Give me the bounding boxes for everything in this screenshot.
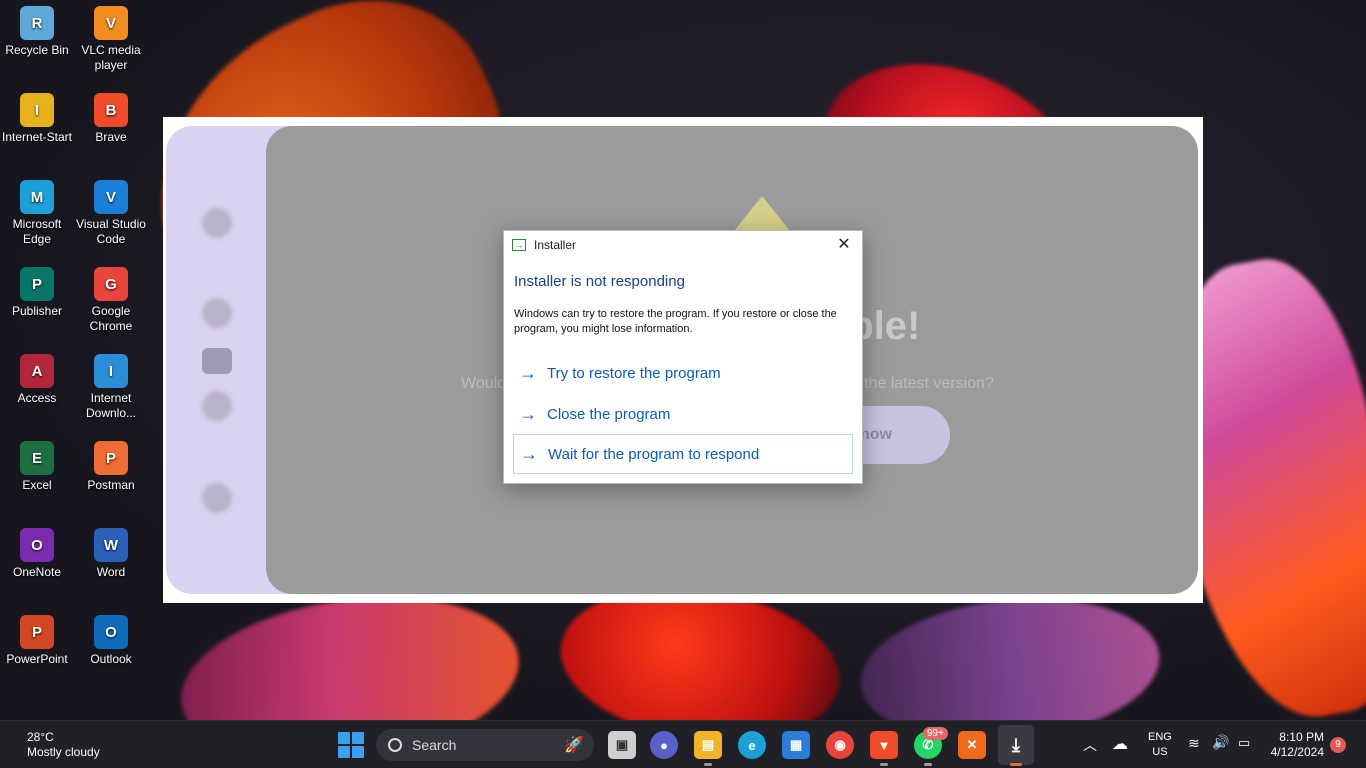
word-icon: W	[94, 528, 128, 562]
arrow-right-icon: →	[519, 403, 537, 424]
desktop-shortcut[interactable]: V Visual Studio Code	[74, 180, 148, 247]
volume-icon[interactable]: 🔊	[1212, 734, 1229, 751]
desktop-shortcut[interactable]: I Internet-Start	[0, 93, 74, 145]
arrow-right-icon: →	[520, 443, 538, 464]
notification-badge[interactable]: 9	[1330, 737, 1346, 753]
desktop-shortcut-label: Outlook	[90, 652, 132, 666]
weather-temp: 28°C	[27, 730, 54, 744]
vscode-icon: V	[94, 180, 128, 214]
brave-taskbar-icon[interactable]: ▼	[870, 731, 898, 759]
desktop-shortcut[interactable]: O OneNote	[0, 528, 74, 580]
desktop-shortcut-label: Internet Downlo...	[85, 391, 137, 420]
desktop-shortcut[interactable]: W Word	[74, 528, 148, 580]
dialog-title: Installer	[534, 238, 577, 252]
clock[interactable]: 8:10 PM 4/12/2024	[1266, 730, 1324, 760]
dialog-titlebar: → Installer	[504, 231, 862, 259]
taskbar-search[interactable]: Search 🚀	[376, 729, 594, 761]
user-icon	[202, 208, 232, 238]
dialog-heading: Installer is not responding	[514, 273, 685, 290]
desktop-shortcut[interactable]: B Brave	[74, 93, 148, 145]
chat-icon[interactable]: ●	[650, 731, 678, 759]
close-program-option[interactable]: → Close the program	[513, 394, 853, 434]
dialog-message: Windows can try to restore the program. …	[514, 308, 837, 335]
desktop-shortcut[interactable]: P PowerPoint	[0, 615, 74, 667]
desktop-shortcut-label: Recycle Bin	[5, 43, 69, 57]
desktop-shortcut[interactable]: A Access	[0, 354, 74, 406]
info-icon	[202, 483, 232, 513]
desktop-shortcut-label: Publisher	[11, 304, 63, 318]
desktop-shortcut[interactable]: R Recycle Bin	[0, 6, 74, 58]
onedrive-icon[interactable]: ☁	[1112, 734, 1128, 754]
file-explorer-icon[interactable]: ▤	[694, 731, 722, 759]
start-button[interactable]	[338, 732, 364, 758]
desktop-shortcut-label: VLC media player	[81, 43, 141, 72]
desktop-shortcut-label: Microsoft Edge	[12, 217, 62, 246]
lock-icon	[202, 348, 232, 374]
store-icon[interactable]: ▦	[782, 731, 810, 759]
dialog-close-button[interactable]: ✕	[834, 235, 854, 255]
powerpoint-icon: P	[20, 615, 54, 649]
idm-icon: I	[94, 354, 128, 388]
desktop-shortcut-label: Internet-Start	[1, 130, 73, 144]
installer-app-icon: →	[512, 239, 526, 251]
publisher-icon: P	[20, 267, 54, 301]
desktop-shortcut[interactable]: P Postman	[74, 441, 148, 493]
edge-icon: M	[20, 180, 54, 214]
update-subtext-right: the latest version?	[864, 375, 994, 392]
recycle-bin-icon: R	[20, 6, 54, 40]
home-icon	[202, 298, 232, 328]
desktop-shortcut[interactable]: O Outlook	[74, 615, 148, 667]
desktop-shortcut-label: Google Chrome	[89, 304, 133, 333]
outlook-icon: O	[94, 615, 128, 649]
brave-icon: B	[94, 93, 128, 127]
desktop-shortcut-label: Visual Studio Code	[76, 217, 146, 246]
download-icon[interactable]: ⤓	[998, 725, 1034, 765]
desktop-shortcut-label: Access	[17, 391, 57, 405]
edge-taskbar-icon[interactable]: e	[738, 731, 766, 759]
postman-icon: P	[94, 441, 128, 475]
show-hidden-icons[interactable]: ︿	[1083, 735, 1097, 755]
weather-desc: Mostly cloudy	[27, 745, 100, 759]
chrome-taskbar-icon[interactable]: ◉	[826, 731, 854, 759]
weather-widget[interactable]: 28°C Mostly cloudy	[27, 730, 100, 760]
restore-program-option[interactable]: → Try to restore the program	[513, 353, 853, 393]
language-indicator[interactable]: ENG US	[1148, 730, 1172, 760]
settings-icon	[202, 391, 232, 421]
search-label: Search	[412, 737, 457, 753]
whatsapp-badge: 99+	[923, 727, 948, 740]
desktop-shortcut-label: Postman	[87, 478, 135, 492]
option-label: Close the program	[547, 405, 671, 423]
option-label: Wait for the program to respond	[548, 445, 760, 463]
desktop-shortcut-label: Brave	[95, 130, 127, 144]
desktop-shortcut-label: Word	[96, 565, 126, 579]
desktop-shortcut[interactable]: M Microsoft Edge	[0, 180, 74, 247]
access-icon: A	[20, 354, 54, 388]
arrow-right-icon: →	[519, 362, 537, 383]
chrome-icon: G	[94, 267, 128, 301]
update-subtext-left: Would	[461, 375, 507, 392]
task-view-icon[interactable]: ▣	[608, 731, 636, 759]
battery-icon[interactable]: ▭	[1238, 735, 1250, 751]
onenote-icon: O	[20, 528, 54, 562]
search-icon	[388, 738, 402, 752]
desktop-shortcut-label: Excel	[22, 478, 52, 492]
search-highlight-icon: 🚀	[564, 737, 584, 754]
desktop-shortcut[interactable]: V VLC media player	[74, 6, 148, 73]
wait-program-option[interactable]: → Wait for the program to respond	[513, 434, 853, 474]
desktop-shortcut-label: PowerPoint	[6, 652, 68, 666]
excel-icon: E	[20, 441, 54, 475]
desktop-shortcut[interactable]: I Internet Downlo...	[74, 354, 148, 421]
option-label: Try to restore the program	[547, 364, 721, 382]
desktop-shortcut[interactable]: E Excel	[0, 441, 74, 493]
desktop-shortcut[interactable]: G Google Chrome	[74, 267, 148, 334]
vlc-icon: V	[94, 6, 128, 40]
wifi-icon[interactable]: ≋	[1188, 735, 1200, 752]
not-responding-dialog: → Installer ✕ Installer is not respondin…	[503, 230, 863, 484]
taskbar: 28°C Mostly cloudy Search 🚀 ▣ ● ▤ e ▦ ◉ …	[0, 720, 1366, 768]
internet-start-icon: I	[20, 93, 54, 127]
desktop-shortcut[interactable]: P Publisher	[0, 267, 74, 319]
desktop-shortcut-label: OneNote	[12, 565, 62, 579]
xampp-icon[interactable]: ✕	[958, 731, 986, 759]
